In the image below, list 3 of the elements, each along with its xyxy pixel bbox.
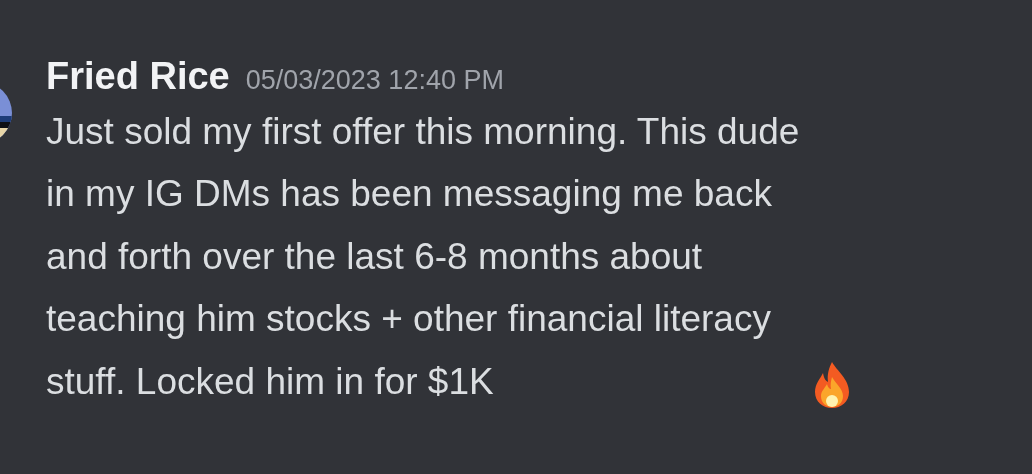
message-text: Just sold my first offer this morning. This dude in my IG DMs has been messaging me back and forth over the last 6-8 months about teaching him stocks + other financial literacy stuff. Locked him in for $1K bbox=[46, 109, 800, 404]
author-name[interactable]: Fried Rice bbox=[46, 52, 230, 100]
timestamp: 05/03/2023 12:40 PM bbox=[245, 64, 504, 97]
